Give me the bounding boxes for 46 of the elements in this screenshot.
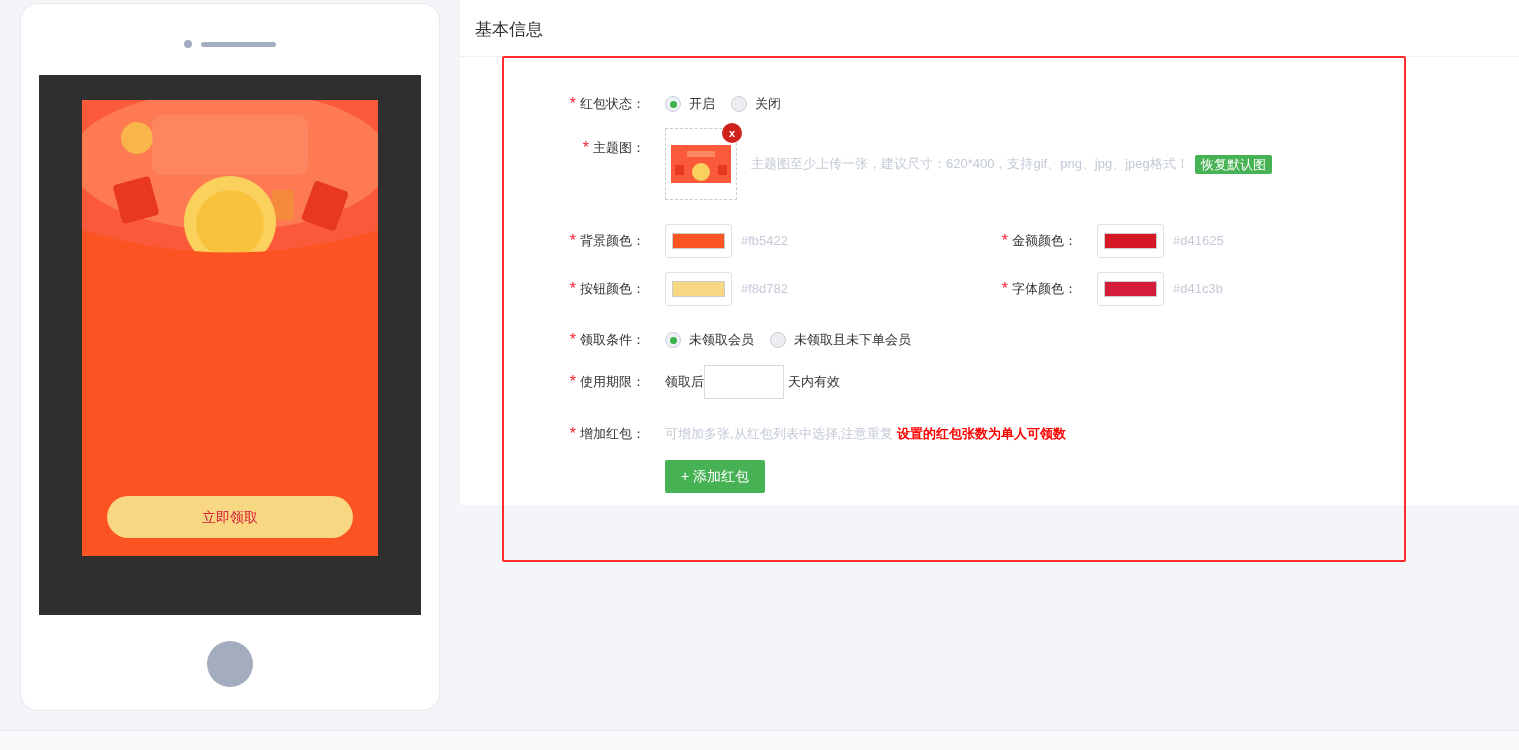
radio-label: 开启 <box>689 95 715 114</box>
color-value: #d41625 <box>1173 232 1224 251</box>
color-picker[interactable] <box>1097 272 1164 306</box>
radio-label: 未领取会员 <box>689 331 754 350</box>
radio-button[interactable] <box>770 332 786 348</box>
add-packet-button[interactable]: + 添加红包 <box>665 460 765 493</box>
camera-icon <box>184 40 192 48</box>
required-mark: * <box>569 94 576 114</box>
field-label: 背景颜色： <box>580 232 645 251</box>
field-label: 领取条件： <box>580 331 645 350</box>
radio-label: 未领取且未下单会员 <box>794 331 911 350</box>
color-picker[interactable] <box>665 224 732 258</box>
hint-text: 可增加多张,从红包列表中选择,注意重复 设置的红包张数为单人可领数 <box>665 425 1066 444</box>
home-button[interactable] <box>207 641 253 687</box>
required-mark: * <box>569 231 576 251</box>
claim-button[interactable]: 立即领取 <box>107 496 353 538</box>
restore-button[interactable]: 恢复默认图 <box>1194 154 1272 174</box>
required-mark: * <box>569 279 576 299</box>
field-label: 使用期限： <box>580 373 645 392</box>
prefix-text: 领取后 <box>665 373 704 392</box>
color-picker[interactable] <box>665 272 732 306</box>
required-mark: * <box>569 424 576 444</box>
field-label: 红包状态： <box>580 95 645 114</box>
field-label: 主题图： <box>593 139 645 158</box>
panel-title: 基本信息 <box>475 18 543 41</box>
radio-button[interactable] <box>731 96 747 112</box>
suffix-text: 天内有效 <box>788 373 840 392</box>
field-label: 金额颜色： <box>1012 232 1077 251</box>
radio-label: 关闭 <box>755 95 781 114</box>
required-mark: * <box>569 330 576 350</box>
required-mark: * <box>582 138 589 158</box>
radio-button[interactable] <box>665 96 681 112</box>
days-input[interactable] <box>704 365 784 399</box>
field-label: 按钮颜色： <box>580 280 645 299</box>
color-value: #d41c3b <box>1173 280 1223 299</box>
speaker-icon <box>201 41 276 47</box>
color-value: #fb5422 <box>741 232 788 251</box>
required-mark: * <box>569 372 576 392</box>
radio-button[interactable] <box>665 332 681 348</box>
color-picker[interactable] <box>1097 224 1164 258</box>
required-mark: * <box>1001 231 1008 251</box>
required-mark: * <box>1001 279 1008 299</box>
remove-button[interactable]: x <box>722 123 742 143</box>
field-label: 字体颜色： <box>1012 280 1077 299</box>
color-value: #f8d782 <box>741 280 788 299</box>
field-label: 增加红包： <box>580 425 645 444</box>
